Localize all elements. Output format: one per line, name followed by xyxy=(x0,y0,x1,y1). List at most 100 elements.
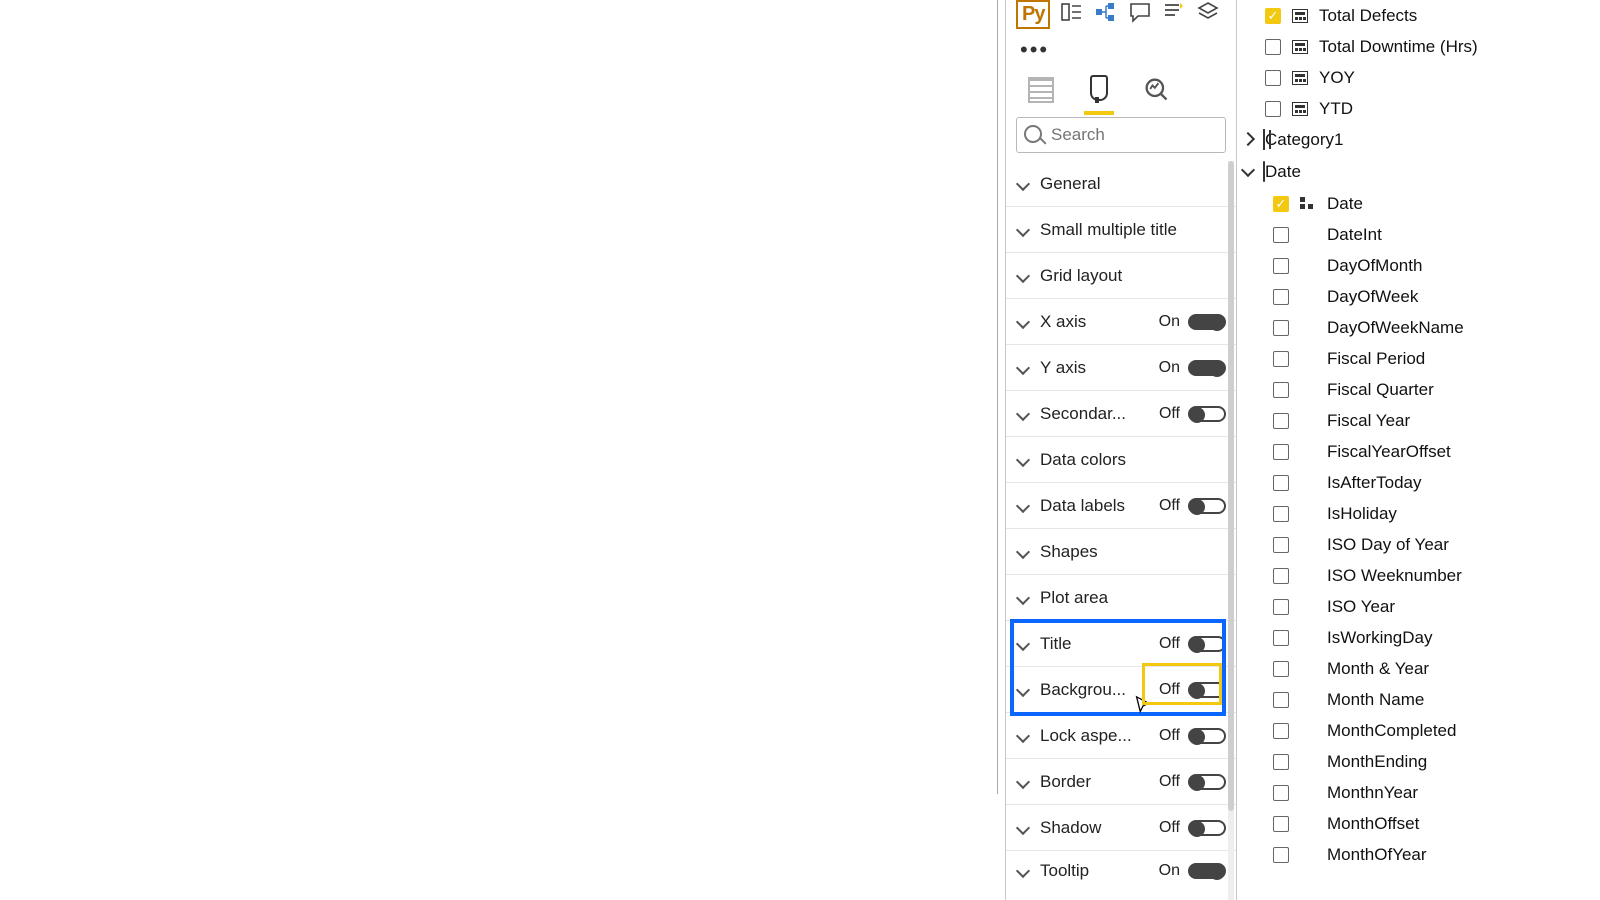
format-row-backgrou-[interactable]: Backgrou...Off xyxy=(1006,667,1236,713)
chevron-down-icon xyxy=(1016,453,1030,467)
checkbox[interactable] xyxy=(1273,723,1289,739)
format-scrollbar[interactable] xyxy=(1228,161,1234,900)
tab-analytics[interactable] xyxy=(1142,75,1172,105)
field-item[interactable]: ISO Weeknumber xyxy=(1237,560,1600,591)
format-label: Border xyxy=(1040,772,1152,792)
checkbox[interactable] xyxy=(1273,320,1289,336)
checkbox[interactable] xyxy=(1273,568,1289,584)
checkbox[interactable] xyxy=(1273,351,1289,367)
checkbox[interactable] xyxy=(1273,289,1289,305)
format-row-secondar-[interactable]: Secondar...Off xyxy=(1006,391,1236,437)
key-influencers-icon[interactable] xyxy=(1060,1,1084,29)
checkbox[interactable] xyxy=(1273,785,1289,801)
checkbox[interactable] xyxy=(1273,630,1289,646)
field-item[interactable]: IsWorkingDay xyxy=(1237,622,1600,653)
checkbox[interactable] xyxy=(1273,413,1289,429)
format-row-grid-layout[interactable]: Grid layout xyxy=(1006,253,1236,299)
viz-palette-bottom-row: Py xyxy=(1006,0,1236,37)
field-item[interactable]: MonthOffset xyxy=(1237,808,1600,839)
format-card-list[interactable]: GeneralSmall multiple titleGrid layoutX … xyxy=(1006,161,1236,900)
field-item[interactable]: DayOfWeekName xyxy=(1237,312,1600,343)
paginated-report-icon[interactable] xyxy=(1196,1,1220,29)
field-item[interactable]: ISO Year xyxy=(1237,591,1600,622)
field-item[interactable]: Fiscal Quarter xyxy=(1237,374,1600,405)
field-item[interactable]: YOY xyxy=(1237,62,1600,93)
field-item[interactable]: DayOfMonth xyxy=(1237,250,1600,281)
format-row-x-axis[interactable]: X axisOn xyxy=(1006,299,1236,345)
field-item[interactable]: MonthOfYear xyxy=(1237,839,1600,870)
format-row-data-colors[interactable]: Data colors xyxy=(1006,437,1236,483)
smart-narrative-icon[interactable] xyxy=(1162,1,1186,29)
toggle[interactable] xyxy=(1188,774,1226,790)
format-search[interactable] xyxy=(1016,117,1226,153)
format-row-data-labels[interactable]: Data labelsOff xyxy=(1006,483,1236,529)
checkbox[interactable] xyxy=(1273,816,1289,832)
checkbox[interactable] xyxy=(1273,475,1289,491)
field-item[interactable]: Month Name xyxy=(1237,684,1600,715)
field-item[interactable]: YTD xyxy=(1237,93,1600,124)
checkbox[interactable] xyxy=(1273,506,1289,522)
format-row-general[interactable]: General xyxy=(1006,161,1236,207)
toggle[interactable] xyxy=(1188,682,1226,698)
checkbox[interactable] xyxy=(1273,692,1289,708)
toggle[interactable] xyxy=(1188,728,1226,744)
checkbox[interactable]: ✓ xyxy=(1273,196,1289,212)
checkbox[interactable] xyxy=(1265,39,1281,55)
format-row-shapes[interactable]: Shapes xyxy=(1006,529,1236,575)
field-item[interactable]: MonthnYear xyxy=(1237,777,1600,808)
field-item[interactable]: ISO Day of Year xyxy=(1237,529,1600,560)
field-label: ISO Day of Year xyxy=(1327,535,1449,555)
format-row-title[interactable]: TitleOff xyxy=(1006,621,1236,667)
checkbox[interactable] xyxy=(1265,70,1281,86)
field-item[interactable]: Total Downtime (Hrs) xyxy=(1237,31,1600,62)
field-item[interactable]: ✓Date xyxy=(1237,188,1600,219)
format-row-y-axis[interactable]: Y axisOn xyxy=(1006,345,1236,391)
checkbox[interactable] xyxy=(1265,101,1281,117)
decomposition-tree-icon[interactable] xyxy=(1094,1,1118,29)
field-item[interactable]: ✓Total Defects xyxy=(1237,0,1600,31)
format-row-lock-aspe-[interactable]: Lock aspe...Off xyxy=(1006,713,1236,759)
tab-format[interactable] xyxy=(1084,75,1114,105)
checkbox[interactable] xyxy=(1273,444,1289,460)
toggle[interactable] xyxy=(1188,863,1226,879)
toggle[interactable] xyxy=(1188,360,1226,376)
format-row-shadow[interactable]: ShadowOff xyxy=(1006,805,1236,851)
qna-visual-icon[interactable] xyxy=(1128,1,1152,29)
toggle[interactable] xyxy=(1188,406,1226,422)
checkbox[interactable] xyxy=(1273,661,1289,677)
field-item[interactable]: IsHoliday xyxy=(1237,498,1600,529)
toggle[interactable] xyxy=(1188,636,1226,652)
checkbox[interactable] xyxy=(1273,382,1289,398)
table-category1[interactable]: Category1 xyxy=(1237,124,1600,156)
checkbox[interactable] xyxy=(1273,537,1289,553)
table-date[interactable]: Date xyxy=(1237,156,1600,188)
field-item[interactable]: IsAfterToday xyxy=(1237,467,1600,498)
chevron-down-icon xyxy=(1016,864,1030,878)
field-item[interactable]: DateInt xyxy=(1237,219,1600,250)
report-canvas[interactable]: ⋯ Abbas xyxy=(0,0,1005,900)
field-item[interactable]: Fiscal Year xyxy=(1237,405,1600,436)
format-row-border[interactable]: BorderOff xyxy=(1006,759,1236,805)
search-input[interactable] xyxy=(1016,117,1226,153)
field-item[interactable]: DayOfWeek xyxy=(1237,281,1600,312)
field-item[interactable]: MonthCompleted xyxy=(1237,715,1600,746)
format-row-tooltip[interactable]: TooltipOn xyxy=(1006,851,1236,891)
format-row-plot-area[interactable]: Plot area xyxy=(1006,575,1236,621)
field-item[interactable]: Month & Year xyxy=(1237,653,1600,684)
checkbox[interactable] xyxy=(1273,847,1289,863)
checkbox[interactable] xyxy=(1273,227,1289,243)
field-item[interactable]: MonthEnding xyxy=(1237,746,1600,777)
toggle[interactable] xyxy=(1188,820,1226,836)
checkbox[interactable] xyxy=(1273,258,1289,274)
checkbox[interactable]: ✓ xyxy=(1265,8,1281,24)
tab-fields[interactable] xyxy=(1026,75,1056,105)
checkbox[interactable] xyxy=(1273,599,1289,615)
field-item[interactable]: Fiscal Period xyxy=(1237,343,1600,374)
toggle[interactable] xyxy=(1188,498,1226,514)
checkbox[interactable] xyxy=(1273,754,1289,770)
viz-palette-more[interactable]: ••• xyxy=(1006,37,1236,69)
toggle[interactable] xyxy=(1188,314,1226,330)
python-visual-icon[interactable]: Py xyxy=(1016,0,1050,29)
format-row-small-multiple-title[interactable]: Small multiple title xyxy=(1006,207,1236,253)
field-item[interactable]: FiscalYearOffset xyxy=(1237,436,1600,467)
